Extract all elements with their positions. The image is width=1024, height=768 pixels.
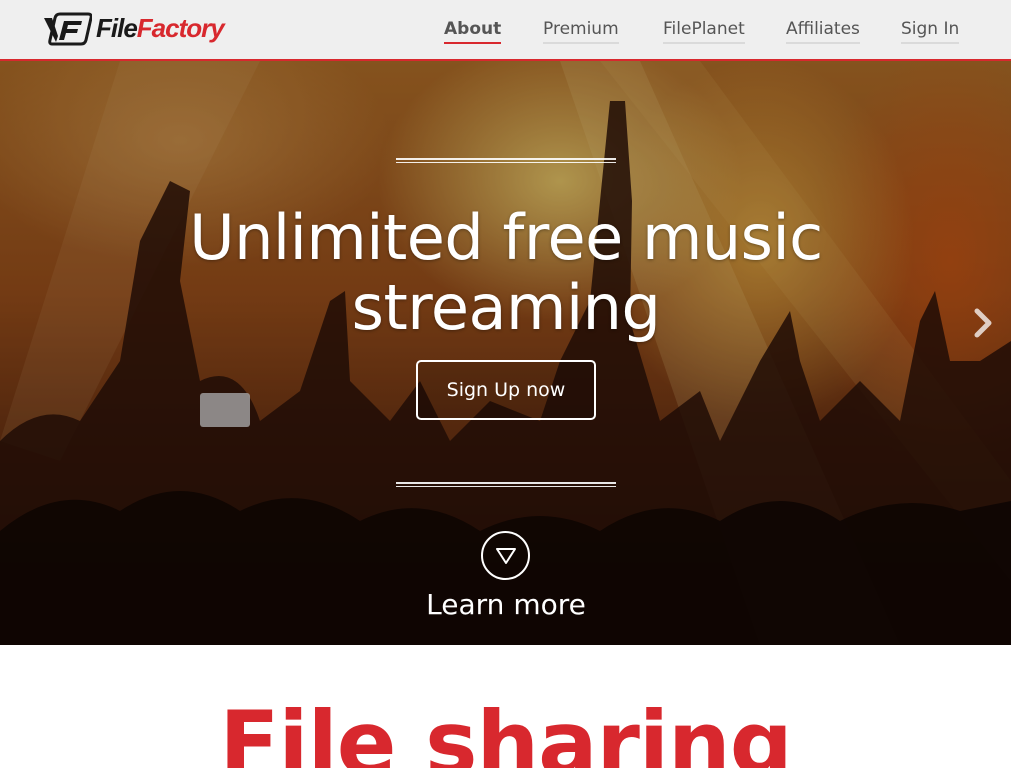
nav-affiliates[interactable]: Affiliates bbox=[786, 19, 860, 45]
section-title: File sharing bbox=[219, 692, 792, 768]
triangle-down-icon[interactable] bbox=[481, 531, 530, 580]
headline-line-1: Unlimited free music bbox=[189, 201, 823, 274]
hero-carousel: Unlimited free music streaming Sign Up n… bbox=[0, 61, 1011, 645]
nav-fileplanet[interactable]: FilePlanet bbox=[663, 19, 745, 45]
top-divider bbox=[396, 158, 616, 163]
logo-icon bbox=[44, 12, 92, 46]
nav-about[interactable]: About bbox=[444, 19, 502, 45]
sign-up-button[interactable]: Sign Up now bbox=[416, 360, 596, 420]
nav-premium[interactable]: Premium bbox=[543, 19, 619, 45]
logo-word-factory: Factory bbox=[136, 13, 225, 43]
bottom-divider bbox=[396, 482, 616, 487]
nav-sign-in[interactable]: Sign In bbox=[901, 19, 960, 45]
chevron-right-icon[interactable] bbox=[966, 301, 1000, 345]
site-header: FileFactory About Premium FilePlanet Aff… bbox=[0, 0, 1011, 61]
filefactory-logo[interactable]: FileFactory bbox=[42, 10, 252, 46]
logo-word-file: File bbox=[96, 13, 138, 43]
logo-wordmark: FileFactory bbox=[96, 13, 225, 43]
headline-line-2: streaming bbox=[351, 271, 661, 344]
hero-headline: Unlimited free music streaming bbox=[110, 203, 902, 343]
page-scrollbar[interactable] bbox=[1011, 0, 1024, 768]
learn-more-link[interactable]: Learn more bbox=[380, 588, 632, 621]
